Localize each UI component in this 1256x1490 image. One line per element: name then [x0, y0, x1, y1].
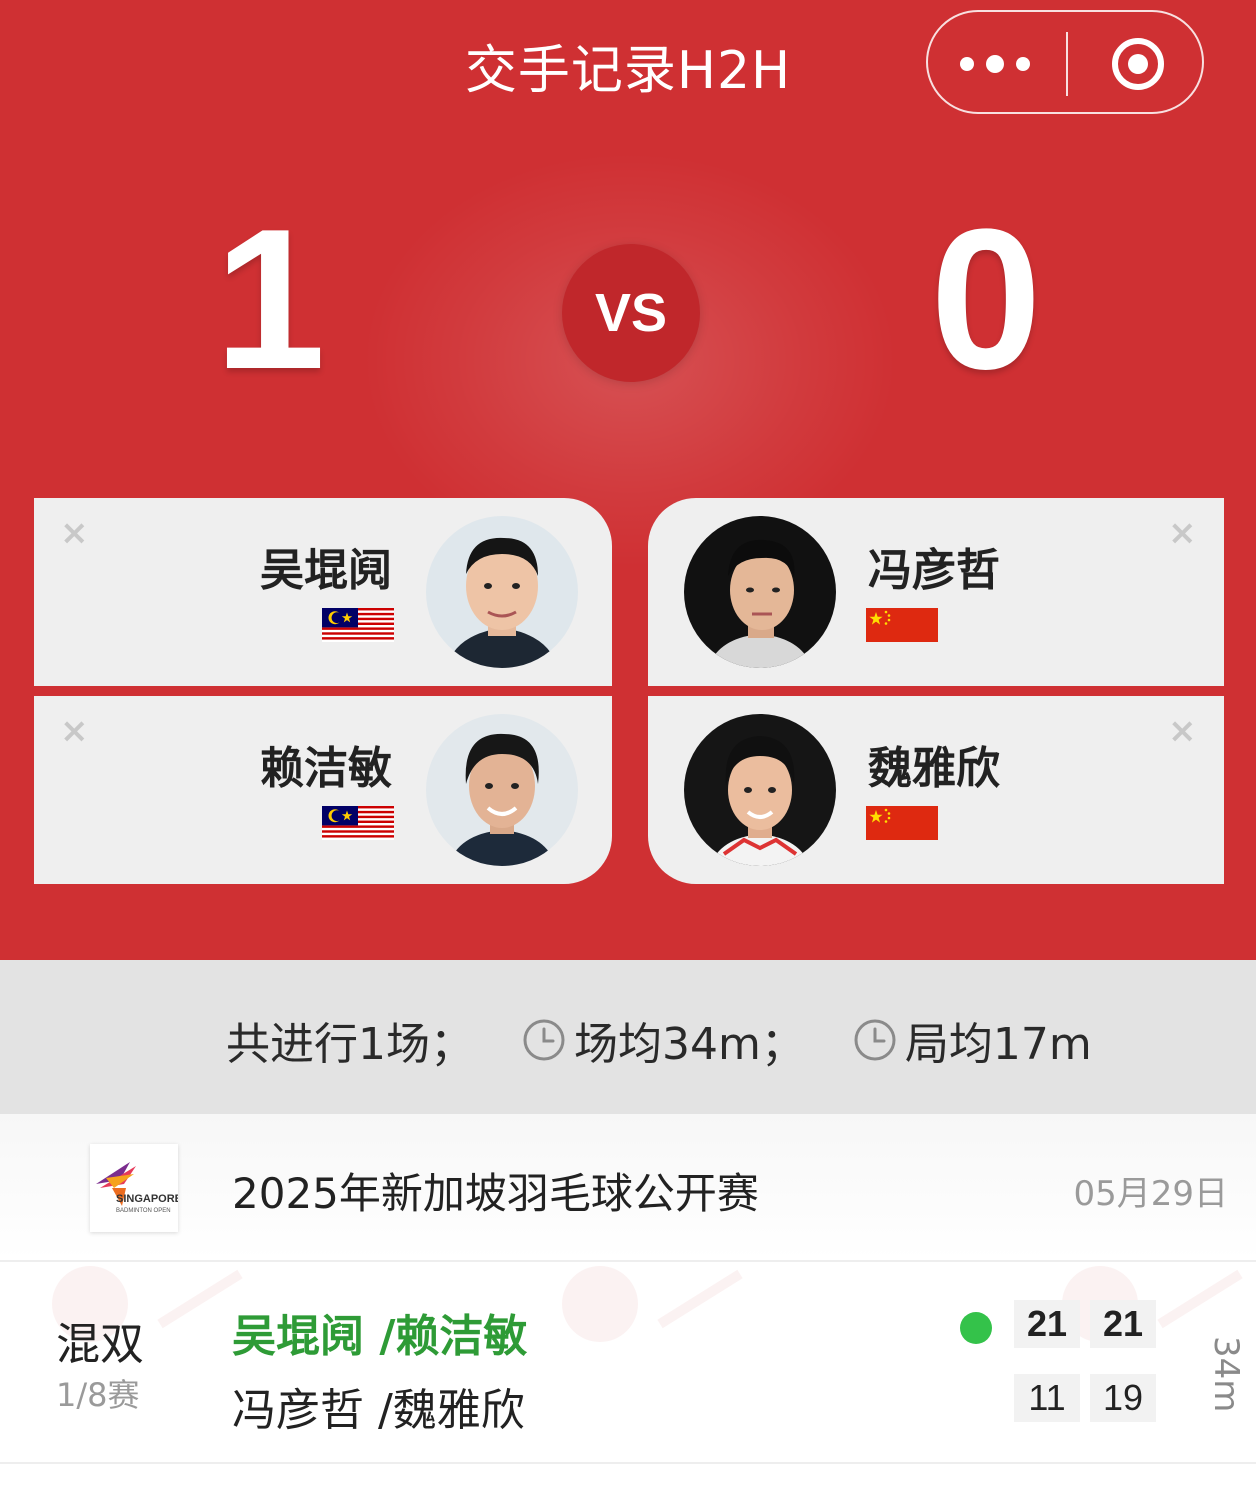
player-name: 冯彦哲 [868, 545, 1000, 596]
target-circle-icon[interactable] [1112, 38, 1164, 90]
mini-program-capsule [926, 10, 1204, 114]
capsule-divider [1066, 32, 1068, 96]
player-avatar [426, 516, 578, 668]
tournament-logo: SINGAPORE BADMINTON OPEN [90, 1144, 178, 1232]
vs-badge: VS [562, 244, 700, 382]
remove-player-icon[interactable]: × [60, 714, 89, 748]
clock-icon [523, 1019, 565, 1061]
event-row[interactable]: SINGAPORE BADMINTON OPEN 2025年新加坡羽毛球公开赛 … [0, 1114, 1256, 1262]
winner-set-2-score: 21 [1090, 1300, 1156, 1348]
left-wins-count: 1 [214, 188, 326, 411]
h2h-header-panel: 交手记录H2H 1 VS 0 × 吴堒阋 × 赖洁敏 × 冯彦哲 × 魏雅欣 [0, 0, 1256, 960]
loser-set-1-score: 11 [1014, 1374, 1080, 1422]
logo-subtext: BADMINTON OPEN [116, 1208, 171, 1214]
loser-set-2-score: 19 [1090, 1374, 1156, 1422]
remove-player-icon[interactable]: × [1168, 714, 1197, 748]
player-avatar [426, 714, 578, 866]
stats-line: 共进行1场； 场均34m； 局均17m [226, 1012, 1092, 1070]
summary-stats-bar: 共进行1场； 场均34m； 局均17m [0, 960, 1256, 1114]
total-matches: 共进行1场； [226, 1019, 474, 1070]
avg-game-duration: 局均17m [904, 1019, 1092, 1070]
winner-indicator-dot [960, 1312, 992, 1344]
player-card-right-1[interactable]: × 冯彦哲 [648, 498, 1224, 686]
losing-team: 冯彦哲 /魏雅欣 [232, 1385, 525, 1436]
player-avatar [684, 714, 836, 866]
match-row[interactable]: 混双 1/8赛 吴堒阋 /赖洁敏 冯彦哲 /魏雅欣 21 21 11 19 34… [0, 1264, 1256, 1464]
player-card-right-2[interactable]: × 魏雅欣 [648, 696, 1224, 884]
china-flag-icon [866, 608, 938, 642]
clock-icon [854, 1019, 896, 1061]
more-dots-icon[interactable] [960, 52, 1030, 76]
china-flag-icon [866, 806, 938, 840]
watermark-pattern [52, 1266, 1243, 1342]
winning-team: 吴堒阋 /赖洁敏 [232, 1311, 528, 1362]
avg-match-duration: 场均34m； [574, 1019, 805, 1070]
malaysia-flag-icon [322, 608, 394, 642]
remove-player-icon[interactable]: × [60, 516, 89, 550]
player-card-left-1[interactable]: × 吴堒阋 [34, 498, 612, 686]
malaysia-flag-icon [322, 806, 394, 840]
player-avatar [684, 516, 836, 668]
logo-text: SINGAPORE [116, 1193, 178, 1205]
right-wins-count: 0 [930, 188, 1042, 411]
tournament-name: 2025年新加坡羽毛球公开赛 [232, 1169, 759, 1218]
player-name: 赖洁敏 [260, 743, 392, 794]
player-card-left-2[interactable]: × 赖洁敏 [34, 696, 612, 884]
player-name: 吴堒阋 [260, 545, 392, 596]
player-name: 魏雅欣 [868, 743, 1000, 794]
match-round: 1/8赛 [56, 1376, 140, 1414]
match-duration: 34m [1206, 1336, 1246, 1413]
winner-set-1-score: 21 [1014, 1300, 1080, 1348]
event-date: 05月29日 [1073, 1174, 1228, 1214]
remove-player-icon[interactable]: × [1168, 516, 1197, 550]
match-category: 混双 [56, 1319, 144, 1370]
